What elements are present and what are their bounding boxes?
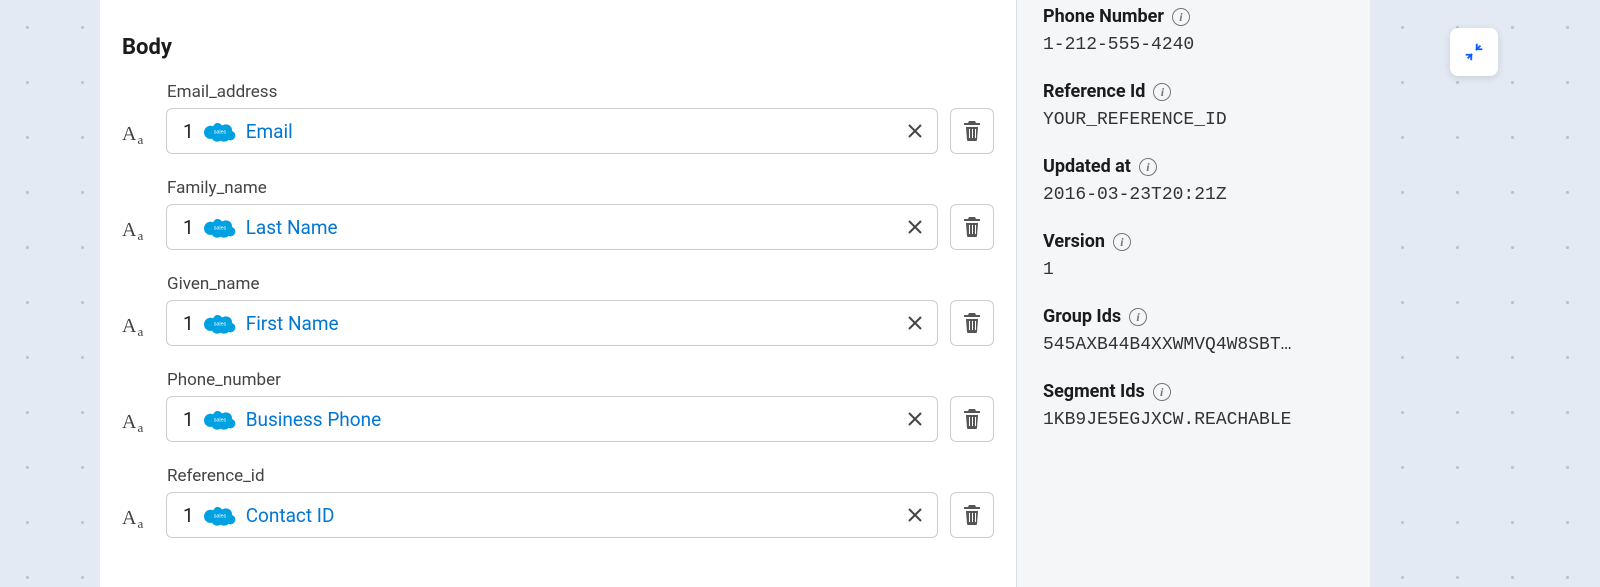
field-label: Email_address	[167, 82, 994, 102]
salesforce-icon: sales	[204, 312, 236, 334]
meta-segment-ids: Segment Ids i 1KB9JE5EGJXCW.REACHABLE	[1043, 381, 1344, 430]
svg-text:sales: sales	[213, 322, 226, 328]
field-value: First Name	[246, 312, 895, 335]
meta-label-row: Group Ids i	[1043, 306, 1344, 327]
metadata-panel: Phone Number i 1-212-555-4240 Reference …	[1017, 0, 1370, 587]
meta-label-row: Updated at i	[1043, 156, 1344, 177]
field-input[interactable]: 1 sales Business Phone	[166, 396, 938, 442]
info-icon[interactable]: i	[1172, 8, 1190, 26]
delete-button[interactable]	[950, 300, 994, 346]
body-row: Phone_number Aa 1 sales Business Phone	[122, 370, 994, 442]
text-type-icon: Aa	[122, 214, 154, 240]
salesforce-icon: sales	[204, 504, 236, 526]
field-label: Reference_id	[167, 466, 994, 486]
collapse-button[interactable]	[1450, 28, 1498, 76]
body-rows: Email_address Aa 1 sales Email	[100, 82, 1016, 562]
info-icon[interactable]: i	[1153, 83, 1171, 101]
field-input[interactable]: 1 sales Last Name	[166, 204, 938, 250]
clear-icon[interactable]	[905, 121, 925, 141]
text-type-icon: Aa	[122, 406, 154, 432]
clear-icon[interactable]	[905, 409, 925, 429]
svg-text:sales: sales	[213, 226, 226, 232]
info-icon[interactable]: i	[1113, 233, 1131, 251]
field-sequence: 1	[183, 216, 194, 239]
meta-label: Group Ids	[1043, 306, 1121, 327]
field-value: Last Name	[246, 216, 895, 239]
meta-label-row: Reference Id i	[1043, 81, 1344, 102]
delete-button[interactable]	[950, 396, 994, 442]
field-row: Aa 1 sales First Name	[122, 300, 994, 346]
body-row: Given_name Aa 1 sales First Name	[122, 274, 994, 346]
text-type-icon: Aa	[122, 310, 154, 336]
field-row: Aa 1 sales Last Name	[122, 204, 994, 250]
field-sequence: 1	[183, 504, 194, 527]
meta-phone-number: Phone Number i 1-212-555-4240	[1043, 6, 1344, 55]
delete-button[interactable]	[950, 492, 994, 538]
svg-text:sales: sales	[213, 514, 226, 520]
salesforce-icon: sales	[204, 408, 236, 430]
field-input[interactable]: 1 sales Contact ID	[166, 492, 938, 538]
salesforce-icon: sales	[204, 120, 236, 142]
body-row: Reference_id Aa 1 sales Contact ID	[122, 466, 994, 538]
field-sequence: 1	[183, 120, 194, 143]
field-label: Given_name	[167, 274, 994, 294]
field-label: Phone_number	[167, 370, 994, 390]
meta-label: Reference Id	[1043, 81, 1145, 102]
delete-button[interactable]	[950, 204, 994, 250]
field-input[interactable]: 1 sales First Name	[166, 300, 938, 346]
clear-icon[interactable]	[905, 217, 925, 237]
field-row: Aa 1 sales Email	[122, 108, 994, 154]
delete-button[interactable]	[950, 108, 994, 154]
collapse-icon	[1463, 41, 1485, 63]
main-panel: Body Email_address Aa 1 sales Email	[100, 0, 1370, 587]
field-row: Aa 1 sales Business Phone	[122, 396, 994, 442]
salesforce-icon: sales	[204, 216, 236, 238]
meta-reference-id: Reference Id i YOUR_REFERENCE_ID	[1043, 81, 1344, 130]
meta-label: Updated at	[1043, 156, 1131, 177]
meta-label: Phone Number	[1043, 6, 1164, 27]
meta-value: 2016-03-23T20:21Z	[1043, 185, 1344, 205]
field-input[interactable]: 1 sales Email	[166, 108, 938, 154]
field-row: Aa 1 sales Contact ID	[122, 492, 994, 538]
clear-icon[interactable]	[905, 313, 925, 333]
svg-text:sales: sales	[213, 130, 226, 136]
meta-value: 545AXB44B4XXWMVQ4W8SBT…	[1043, 335, 1344, 355]
field-sequence: 1	[183, 408, 194, 431]
meta-label-row: Segment Ids i	[1043, 381, 1344, 402]
meta-value: 1KB9JE5EGJXCW.REACHABLE	[1043, 410, 1344, 430]
field-value: Contact ID	[246, 504, 895, 527]
info-icon[interactable]: i	[1139, 158, 1157, 176]
body-row: Email_address Aa 1 sales Email	[122, 82, 994, 154]
field-label: Family_name	[167, 178, 994, 198]
info-icon[interactable]: i	[1153, 383, 1171, 401]
body-panel: Body Email_address Aa 1 sales Email	[100, 0, 1017, 587]
field-sequence: 1	[183, 312, 194, 335]
meta-value: 1	[1043, 260, 1344, 280]
text-type-icon: Aa	[122, 118, 154, 144]
meta-value: 1-212-555-4240	[1043, 35, 1344, 55]
meta-label-row: Version i	[1043, 231, 1344, 252]
svg-text:sales: sales	[213, 418, 226, 424]
text-type-icon: Aa	[122, 502, 154, 528]
meta-value: YOUR_REFERENCE_ID	[1043, 110, 1344, 130]
field-value: Business Phone	[246, 408, 895, 431]
meta-label: Version	[1043, 231, 1105, 252]
meta-label: Segment Ids	[1043, 381, 1145, 402]
body-row: Family_name Aa 1 sales Last Name	[122, 178, 994, 250]
meta-updated-at: Updated at i 2016-03-23T20:21Z	[1043, 156, 1344, 205]
clear-icon[interactable]	[905, 505, 925, 525]
info-icon[interactable]: i	[1129, 308, 1147, 326]
meta-group-ids: Group Ids i 545AXB44B4XXWMVQ4W8SBT…	[1043, 306, 1344, 355]
body-heading: Body	[100, 0, 1016, 60]
meta-version: Version i 1	[1043, 231, 1344, 280]
meta-label-row: Phone Number i	[1043, 6, 1344, 27]
field-value: Email	[246, 120, 895, 143]
